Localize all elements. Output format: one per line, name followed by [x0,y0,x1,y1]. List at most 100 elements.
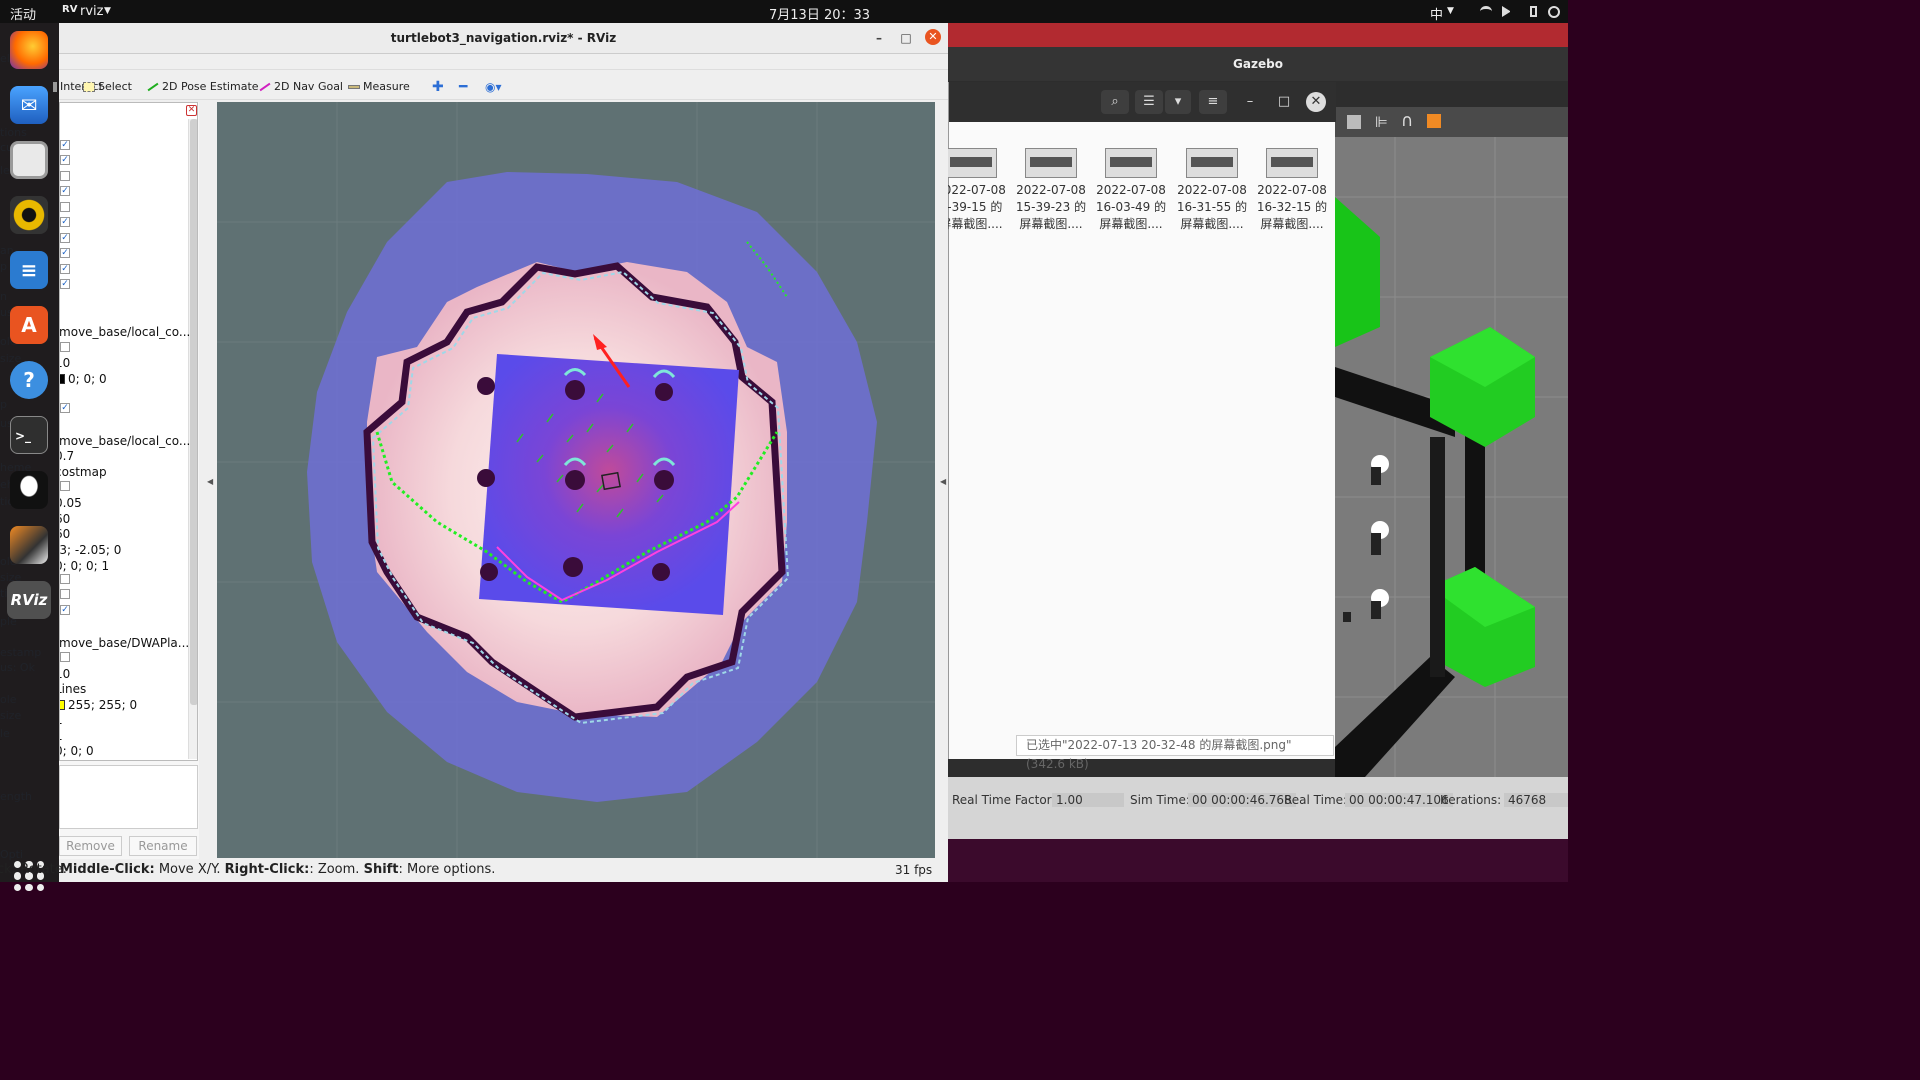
help-icon[interactable]: ? [10,361,48,399]
tree-topic: /move_base/DWAPla... [59,636,190,650]
tree-color-row: 255; 255; 0 [60,698,138,712]
display-checkbox[interactable]: ✓ [60,155,70,165]
display-checkbox[interactable] [60,342,70,352]
file-name-line: 2022-07-08 [1177,183,1247,197]
display-checkbox[interactable] [60,574,70,584]
chevron-down-icon[interactable]: ▾ [1165,90,1191,114]
display-checkbox[interactable]: ✓ [60,217,70,227]
3d-view[interactable] [217,102,935,858]
rviz-window: turtlebot3_navigation.rviz* - RViz – □ ✕… [0,23,948,882]
top-bar: 活动 RV rviz ▼ 7月13日 20：33 中 ▼ [0,0,1568,23]
tree-value: 1 [60,729,63,743]
display-checkbox[interactable] [60,652,70,662]
real-time-value: 00 00:00:47.106 [1345,793,1453,807]
clock[interactable]: 7月13日 20：33 [769,4,870,23]
status-rotate: ck: Rotate. [0,862,67,877]
tree-value: 1 [60,713,63,727]
list-view-icon[interactable]: ☰ [1135,90,1163,114]
rviz-icon[interactable]: RViz [7,581,51,619]
change-view-icon[interactable] [1427,114,1441,128]
firefox-icon[interactable] [10,31,48,69]
splitter-handle[interactable]: ◀ [207,477,213,486]
measure-tool[interactable]: Measure [348,79,410,95]
nav-goal-tool[interactable]: 2D Nav Goal [259,79,343,95]
align-icon[interactable]: ⊫ [1375,113,1388,131]
writer-icon[interactable]: ≡ [10,251,48,289]
wifi-icon[interactable] [1480,6,1492,17]
rviz-app-icon: RV [62,4,78,15]
tree-value: 255; 255; 0 [68,698,138,712]
chevron-down-icon[interactable]: ▼ [104,6,111,16]
gazebo-icon[interactable] [10,526,48,564]
rename-button[interactable]: Rename [129,836,197,856]
chevron-down-icon[interactable]: ▼ [1447,6,1454,16]
close-icon[interactable]: ✕ [925,29,941,45]
volume-icon[interactable] [1502,6,1514,17]
rhythmbox-icon[interactable] [10,196,48,234]
file-name-line: 屏幕截图.... [1099,217,1163,231]
activities-button[interactable]: 活动 [10,4,36,23]
file-item[interactable]: 2022-07-08 15-39-23 的屏幕截图.... [1011,148,1091,233]
display-checkbox[interactable] [60,589,70,599]
input-method[interactable]: 中 [1430,4,1443,23]
image-thumbnail [945,148,997,178]
display-checkbox[interactable]: ✓ [60,233,70,243]
display-checkbox[interactable]: ✓ [60,186,70,196]
close-icon[interactable]: ✕ [1306,92,1326,112]
display-checkbox[interactable]: ✓ [60,605,70,615]
display-checkbox[interactable]: ✓ [60,279,70,289]
display-checkbox[interactable]: ✓ [60,264,70,274]
file-item[interactable]: 2022-07-08 16-32-15 的屏幕截图.... [1252,148,1332,233]
maximize-icon[interactable]: □ [899,31,913,45]
files-icon[interactable] [10,141,48,179]
qq-icon[interactable] [10,471,48,509]
tree-color-row: 0; 0; 0 [60,372,107,386]
measure-label: Measure [363,80,410,93]
remove-tool-icon[interactable]: ━ [459,79,467,95]
real-time-label: Real Time: [1284,793,1348,807]
select-tool[interactable]: Select [83,79,132,95]
color-swatch [60,700,65,710]
minimize-icon[interactable]: – [1239,90,1261,114]
scrollbar-thumb[interactable] [190,119,197,705]
gazebo-scene[interactable] [1335,137,1568,777]
thunderbird-icon[interactable]: ✉ [10,86,48,124]
display-checkbox[interactable]: ✓ [60,403,70,413]
tree-value: costmap [59,465,107,479]
sim-time-value: 00 00:00:46.768 [1188,793,1296,807]
file-item[interactable]: 2022-07-08 16-31-55 的屏幕截图.... [1172,148,1252,233]
copy-icon[interactable] [1347,115,1361,129]
splitter-handle[interactable]: ◀ [940,477,946,486]
menu-icon[interactable]: ≡ [1199,90,1227,114]
battery-icon[interactable] [1530,6,1537,17]
power-icon[interactable] [1548,6,1560,18]
pose-estimate-tool[interactable]: 2D Pose Estimate [147,79,259,95]
display-checkbox[interactable]: ✓ [60,248,70,258]
app-menu[interactable]: rviz [80,4,103,19]
window-title: turtlebot3_navigation.rviz* - RViz [390,31,617,45]
tree-topic: /move_base/local_co... [59,434,191,448]
display-checkbox[interactable] [60,481,70,491]
status-shift-text: : More options. [398,862,496,877]
terminal-icon[interactable]: >_ [10,416,48,454]
snap-icon[interactable]: ∩ [1401,111,1413,131]
close-icon[interactable]: ✕ [186,105,197,116]
display-checkbox[interactable] [60,202,70,212]
search-icon[interactable]: ⌕ [1101,90,1129,114]
software-center-icon[interactable]: A [10,306,48,344]
minimize-icon[interactable]: – [872,31,886,45]
tree-value: 60 [60,512,71,526]
displays-tree[interactable]: ✕ ✓ ✓ ✓ ✓ ✓ ✓ ✓ ✓ ✓ ✓ /move_base/local_co... 10 0… [59,102,198,761]
selection-status: 已选中"2022-07-13 20-32-48 的屏幕截图.png" (342.… [1016,735,1334,771]
remove-button[interactable]: Remove [59,836,122,856]
display-checkbox[interactable]: ✓ [60,140,70,150]
file-item[interactable]: 2022-07-08 16-03-49 的屏幕截图.... [1091,148,1171,233]
gazebo-title: Gazebo [948,47,1568,81]
color-swatch [60,374,65,384]
eye-icon[interactable]: ◉▾ [485,79,502,95]
maximize-icon[interactable]: □ [1273,90,1295,114]
rviz-title-bar: turtlebot3_navigation.rviz* - RViz – □ ✕ [59,23,948,54]
gazebo-scene-render [1335,137,1568,777]
display-checkbox[interactable] [60,171,70,181]
add-tool-icon[interactable]: ✚ [432,79,444,95]
